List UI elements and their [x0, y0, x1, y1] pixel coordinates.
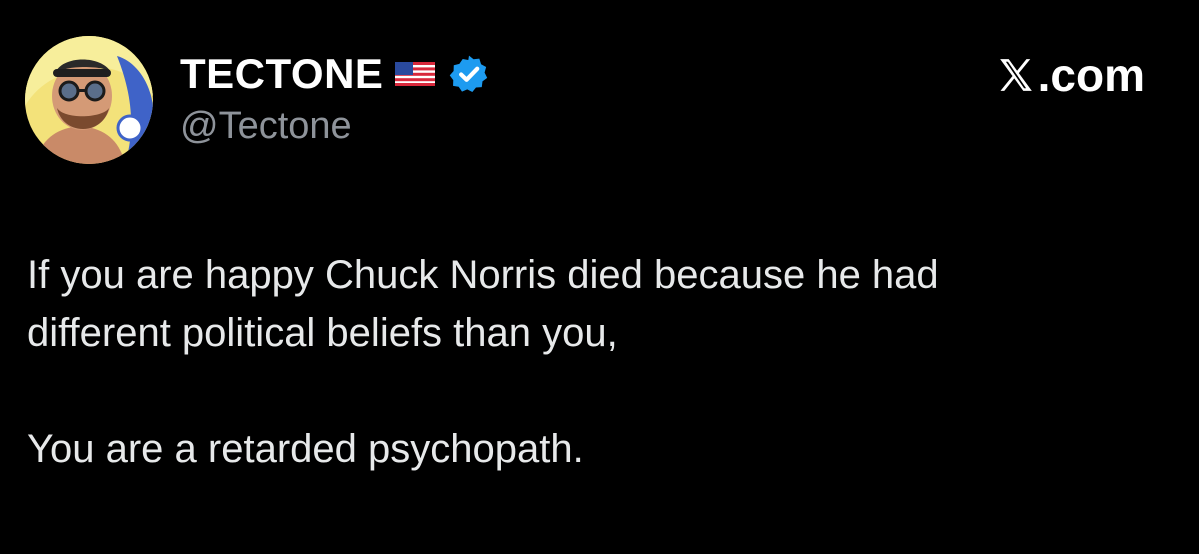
x-brand-link[interactable]: .com — [997, 48, 1145, 102]
tweet-text: If you are happy Chuck Norris died becau… — [27, 246, 1177, 478]
x-logo-icon — [999, 59, 1032, 91]
display-name[interactable]: TECTONE — [180, 50, 383, 98]
brand-domain: .com — [1037, 49, 1145, 101]
avatar[interactable] — [25, 36, 153, 164]
verified-badge-icon — [448, 53, 490, 95]
tweet-line-1: If you are happy Chuck Norris died becau… — [27, 253, 939, 297]
tweet-paragraph-gap — [27, 362, 1177, 420]
avatar-image — [25, 36, 153, 164]
tweet-line-3: You are a retarded psychopath. — [27, 427, 584, 471]
us-flag-icon — [395, 62, 436, 86]
author-name-row: TECTONE — [180, 48, 490, 100]
user-handle[interactable]: @Tectone — [180, 105, 352, 148]
tweet-line-2: different political beliefs than you, — [27, 311, 618, 355]
